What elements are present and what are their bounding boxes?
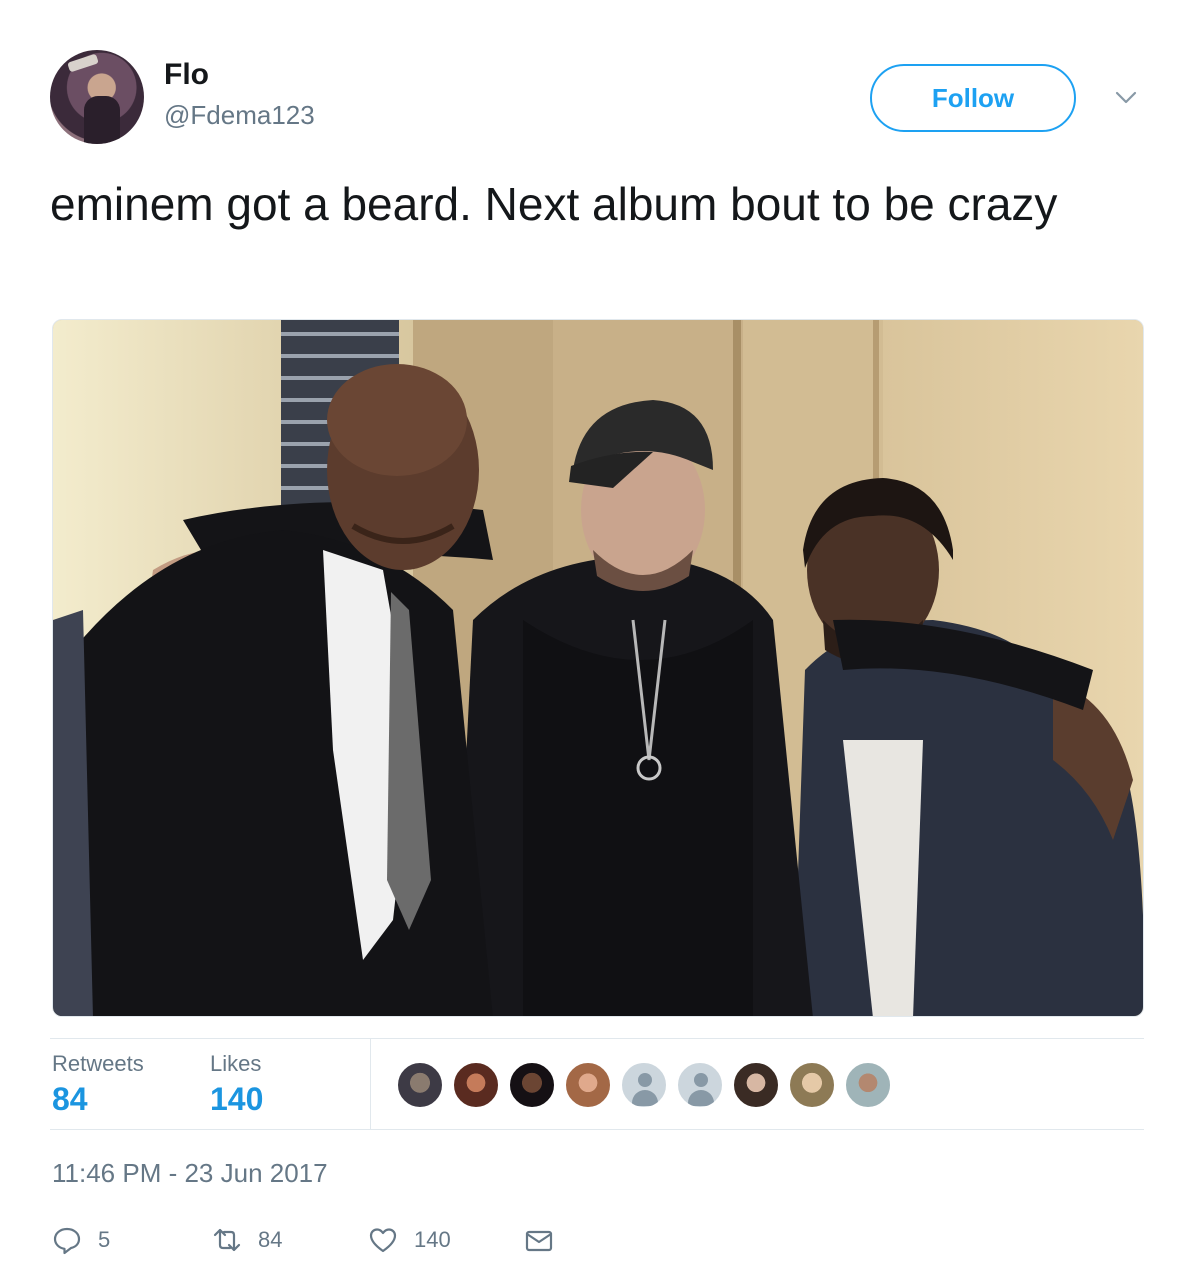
like-count: 140 <box>414 1227 451 1252</box>
retweets-label: Retweets <box>52 1051 144 1076</box>
tweet-actions: 5 84 140 <box>50 1218 610 1262</box>
user-display-name[interactable]: Flo <box>164 58 209 92</box>
tweet-header: Flo @Fdema123 Follow <box>50 50 1150 146</box>
tweet-stats: Retweets 84 Likes 140 <box>50 1038 1144 1130</box>
tweet-timestamp[interactable]: 11:46 PM - 23 Jun 2017 <box>52 1158 328 1189</box>
tweet-text: eminem got a beard. Next album bout to b… <box>50 178 1058 230</box>
avatar-detail <box>67 53 99 73</box>
user-avatar[interactable] <box>50 50 144 144</box>
likes-label: Likes <box>210 1051 262 1076</box>
likes-count: 140 <box>210 1081 264 1117</box>
retweets-count: 84 <box>52 1081 88 1117</box>
like-button[interactable]: 140 <box>368 1218 451 1262</box>
liker-avatar[interactable] <box>508 1061 556 1109</box>
heart-icon <box>369 1228 397 1253</box>
liker-avatar[interactable] <box>396 1061 444 1109</box>
liker-avatar[interactable] <box>620 1061 668 1109</box>
retweet-icon <box>213 1228 241 1252</box>
direct-message-button[interactable] <box>524 1218 554 1262</box>
liker-avatar[interactable] <box>676 1061 724 1109</box>
user-handle[interactable]: @Fdema123 <box>164 100 315 131</box>
chevron-down-icon[interactable] <box>1114 86 1138 110</box>
liker-avatar[interactable] <box>564 1061 612 1109</box>
liker-avatar[interactable] <box>844 1061 892 1109</box>
likes-stat[interactable]: Likes 140 <box>210 1051 263 1118</box>
stats-divider <box>370 1039 371 1129</box>
liker-avatar[interactable] <box>788 1061 836 1109</box>
retweet-button[interactable]: 84 <box>212 1218 282 1262</box>
liker-avatar[interactable] <box>452 1061 500 1109</box>
dm-envelope-icon <box>525 1230 553 1252</box>
photo-illustration <box>53 320 1143 1016</box>
liker-avatar[interactable] <box>732 1061 780 1109</box>
follow-button[interactable]: Follow <box>870 64 1076 132</box>
reply-button[interactable]: 5 <box>52 1218 110 1262</box>
reply-count: 5 <box>98 1227 111 1252</box>
avatar-figure <box>84 96 120 144</box>
retweets-stat[interactable]: Retweets 84 <box>52 1051 144 1118</box>
tweet-photo[interactable] <box>52 319 1144 1017</box>
reply-icon <box>53 1227 81 1255</box>
retweet-count: 84 <box>258 1227 283 1252</box>
